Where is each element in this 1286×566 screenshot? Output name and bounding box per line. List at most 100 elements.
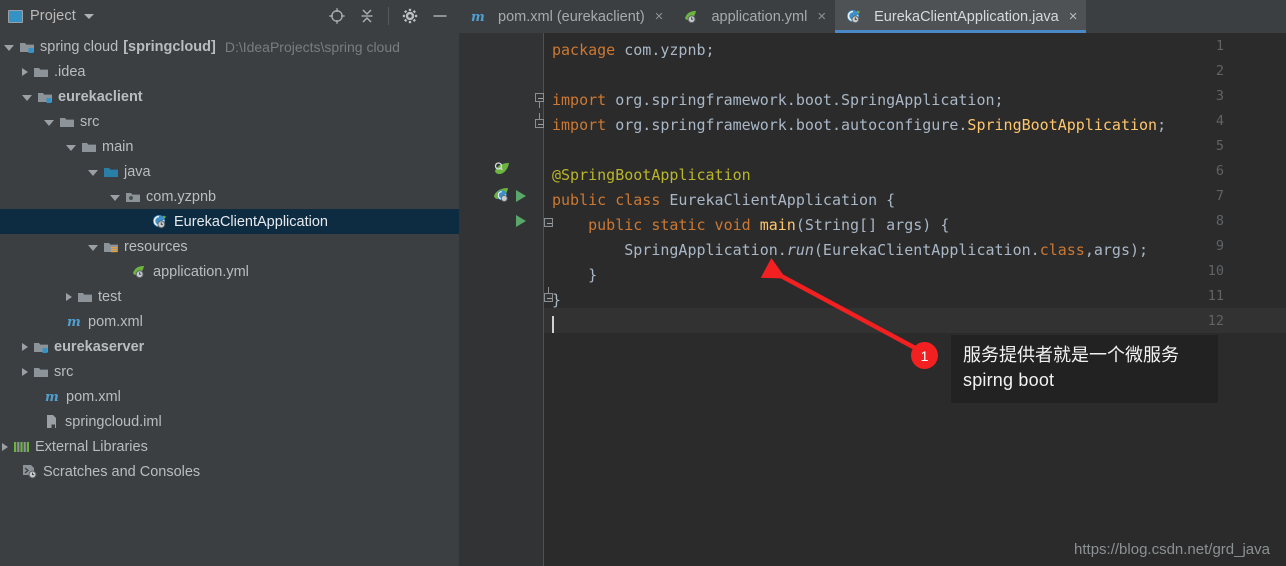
folder-icon	[33, 65, 49, 79]
spring-class-icon	[152, 214, 169, 229]
tree-row-test[interactable]: test	[0, 284, 459, 309]
code-line-4: import org.springframework.boot.autoconf…	[552, 116, 1167, 134]
project-panel-header: Project	[0, 0, 459, 32]
tab-application-yml[interactable]: application.yml ×	[672, 0, 835, 33]
svg-text:m: m	[45, 390, 59, 404]
editor-gutter[interactable]	[459, 33, 544, 566]
close-icon[interactable]: ×	[1069, 9, 1078, 24]
chevron-down-icon[interactable]	[88, 245, 98, 251]
tree-label: src	[54, 363, 74, 380]
tree-row-eurekaclient[interactable]: eurekaclient	[0, 84, 459, 109]
code-line-8: public static void main(String[] args) {	[588, 216, 950, 234]
watermark: https://blog.csdn.net/grd_java	[1074, 541, 1270, 558]
resources-folder-icon	[103, 240, 119, 254]
svg-text:m: m	[471, 10, 485, 24]
tab-pom-xml[interactable]: m pom.xml (eurekaclient) ×	[459, 0, 672, 33]
tree-label: src	[80, 113, 100, 130]
code-lines[interactable]: package com.yzpnb; import org.springfram…	[552, 33, 1286, 566]
spring-class-icon	[846, 9, 863, 24]
fold-marker-imports[interactable]	[535, 93, 546, 108]
project-panel-title: Project	[30, 8, 76, 24]
tree-label: .idea	[54, 63, 86, 80]
tab-label: pom.xml (eurekaclient)	[498, 8, 645, 25]
gear-icon[interactable]	[401, 7, 419, 25]
tree-label: springcloud.iml	[65, 413, 162, 430]
source-folder-icon	[103, 165, 119, 179]
tree-row-main[interactable]: main	[0, 134, 459, 159]
tree-row-eurekaserver[interactable]: eurekaserver	[0, 334, 459, 359]
chevron-right-icon[interactable]	[22, 367, 28, 376]
chevron-down-icon[interactable]	[88, 170, 98, 176]
code-line-12	[552, 313, 1286, 338]
chevron-right-icon[interactable]	[22, 67, 28, 76]
maven-icon: m	[470, 9, 487, 24]
folder-icon	[77, 290, 93, 304]
tree-row-scratches[interactable]: Scratches and Consoles	[0, 459, 459, 484]
svg-text:m: m	[67, 315, 81, 329]
chevron-down-icon[interactable]	[66, 145, 76, 151]
tree-row-springcloud-iml[interactable]: springcloud.iml	[0, 409, 459, 434]
chevron-down-icon[interactable]	[83, 13, 94, 19]
tree-label: resources	[124, 238, 188, 255]
chevron-down-icon[interactable]	[4, 45, 14, 51]
spring-bean-icon[interactable]	[493, 161, 512, 184]
project-panel-toolbar	[328, 7, 453, 25]
close-icon[interactable]: ×	[655, 9, 664, 24]
maven-icon: m	[44, 389, 61, 404]
tree-row-spring-cloud[interactable]: spring cloud [springcloud] D:\IdeaProjec…	[0, 34, 459, 59]
tree-project-path: D:\IdeaProjects\spring cloud	[224, 38, 400, 55]
tree-label: test	[98, 288, 122, 305]
tree-row-eurekaclientapplication[interactable]: EurekaClientApplication	[0, 209, 459, 234]
tab-label: EurekaClientApplication.java	[874, 8, 1059, 25]
tree-label: application.yml	[153, 263, 249, 280]
chevron-right-icon[interactable]	[66, 292, 72, 301]
tree-row-java[interactable]: java	[0, 159, 459, 184]
tree-label: EurekaClientApplication	[174, 213, 328, 230]
fold-marker-import-end[interactable]	[535, 113, 546, 130]
text-caret	[552, 316, 554, 333]
maven-icon: m	[66, 314, 83, 329]
spring-yml-icon	[683, 9, 700, 24]
tree-row-idea[interactable]: .idea	[0, 59, 459, 84]
folder-icon	[59, 115, 75, 129]
tab-eurekaclientapplication-java[interactable]: EurekaClientApplication.java ×	[835, 0, 1087, 33]
tree-label: spring cloud	[40, 38, 119, 55]
idea-window: Project spring cloud [springcloud] D:\Id…	[0, 0, 1286, 566]
spring-boot-icon[interactable]	[492, 186, 512, 209]
chevron-right-icon[interactable]	[2, 442, 8, 451]
editor-area: m pom.xml (eurekaclient) × application.y…	[459, 0, 1286, 566]
toolbar-divider	[388, 7, 389, 25]
chevron-down-icon[interactable]	[110, 195, 120, 201]
chevron-down-icon[interactable]	[22, 95, 32, 101]
tree-label: main	[102, 138, 134, 155]
tree-row-application-yml[interactable]: application.yml	[0, 259, 459, 284]
tree-row-root-src[interactable]: src	[0, 359, 459, 384]
locate-icon[interactable]	[328, 7, 346, 25]
tree-row-resources[interactable]: resources	[0, 234, 459, 259]
tree-row-root-pom[interactable]: m pom.xml	[0, 384, 459, 409]
run-icon[interactable]	[514, 188, 528, 209]
chevron-right-icon[interactable]	[22, 342, 28, 351]
tree-row-pom-eurekaclient[interactable]: m pom.xml	[0, 309, 459, 334]
tree-label: com.yzpnb	[146, 188, 217, 205]
project-tree[interactable]: spring cloud [springcloud] D:\IdeaProjec…	[0, 32, 459, 484]
tree-row-src[interactable]: src	[0, 109, 459, 134]
close-icon[interactable]: ×	[817, 9, 826, 24]
run-icon[interactable]	[514, 213, 528, 234]
collapse-all-icon[interactable]	[358, 7, 376, 25]
module-folder-icon	[33, 340, 49, 354]
tree-row-package[interactable]: com.yzpnb	[0, 184, 459, 209]
code-line-10: }	[552, 266, 598, 284]
code-editor[interactable]: 1 2 3 4 5 6 7 8 9 10 11 12 package com.y…	[459, 33, 1286, 566]
project-sidebar: Project spring cloud [springcloud] D:\Id…	[0, 0, 459, 566]
tree-label: Scratches and Consoles	[43, 463, 201, 480]
chevron-down-icon[interactable]	[44, 120, 54, 126]
project-icon	[8, 9, 23, 23]
code-line-7: public class EurekaClientApplication {	[552, 191, 896, 209]
iml-icon	[44, 414, 60, 429]
tree-row-external-libraries[interactable]: External Libraries	[0, 434, 459, 459]
minimize-icon[interactable]	[431, 7, 449, 25]
code-line-6: @SpringBootApplication	[552, 166, 751, 184]
